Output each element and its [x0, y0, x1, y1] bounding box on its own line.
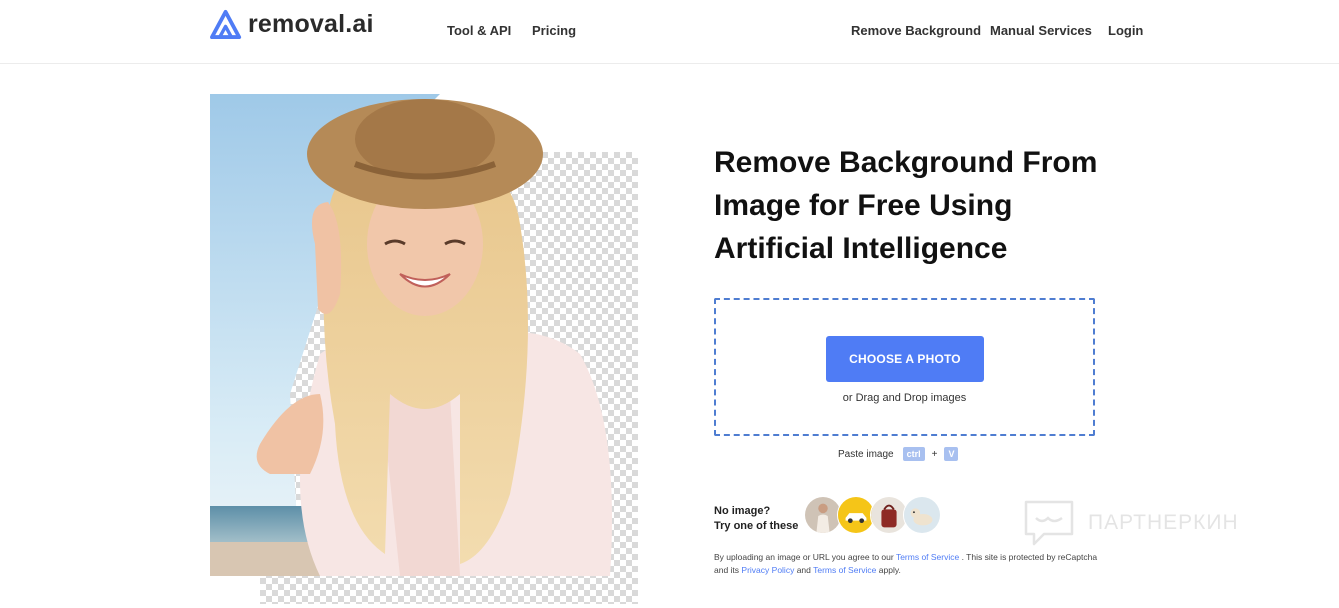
- nav-tool-api[interactable]: Tool & API: [447, 23, 511, 38]
- sample-prompt: No image? Try one of these: [714, 504, 798, 534]
- dog-icon: [904, 497, 940, 533]
- hero-photo-woman-in-hat: [210, 94, 612, 576]
- person-icon: [805, 497, 841, 533]
- nav-login[interactable]: Login: [1108, 23, 1143, 38]
- logo-text: removal.ai: [248, 10, 374, 38]
- nav-pricing[interactable]: Pricing: [532, 23, 576, 38]
- page-headline: Remove Background From Image for Free Us…: [714, 146, 1098, 265]
- site-header: removal.ai Tool & API Pricing Remove Bac…: [0, 0, 1339, 64]
- sample-prompt-line1: No image?: [714, 505, 771, 517]
- ctrl-key-badge: ctrl: [902, 447, 925, 461]
- legal-text-3: and: [796, 565, 811, 575]
- logo-icon: [210, 9, 242, 40]
- bag-icon: [871, 497, 907, 533]
- privacy-policy-link[interactable]: Privacy Policy: [741, 565, 794, 575]
- car-icon: [838, 497, 874, 533]
- removal-ai-logo[interactable]: removal.ai: [209, 8, 374, 41]
- chat-bubble-icon: [1024, 500, 1074, 546]
- legal-notice: By uploading an image or URL you agree t…: [714, 551, 1104, 577]
- nav-manual-services[interactable]: Manual Services: [990, 23, 1092, 38]
- nav-remove-background[interactable]: Remove Background: [851, 23, 981, 38]
- watermark: ПАРТНЕРКИН: [1022, 498, 1239, 548]
- terms-of-service-link-2[interactable]: Terms of Service: [813, 565, 876, 575]
- legal-text-1: By uploading an image or URL you agree t…: [714, 552, 894, 562]
- sample-prompt-line2: Try one of these: [714, 520, 799, 532]
- terms-of-service-link[interactable]: Terms of Service: [896, 552, 959, 562]
- watermark-text: ПАРТНЕРКИН: [1088, 511, 1239, 534]
- drag-drop-hint: or Drag and Drop images: [842, 392, 967, 404]
- choose-photo-button[interactable]: CHOOSE A PHOTO: [826, 336, 984, 382]
- paste-image-hint: Paste image ctrl + V: [838, 446, 962, 462]
- sample-dog-thumbnail[interactable]: [903, 496, 941, 534]
- paste-image-label: Paste image: [838, 448, 894, 460]
- sample-images-row: [804, 496, 941, 534]
- legal-text-4: apply.: [878, 565, 901, 575]
- hero-image-area: [210, 94, 640, 606]
- upload-dropzone[interactable]: CHOOSE A PHOTO or Drag and Drop images: [714, 298, 1095, 436]
- v-key-badge: V: [944, 447, 959, 461]
- plus-sign: +: [931, 448, 938, 460]
